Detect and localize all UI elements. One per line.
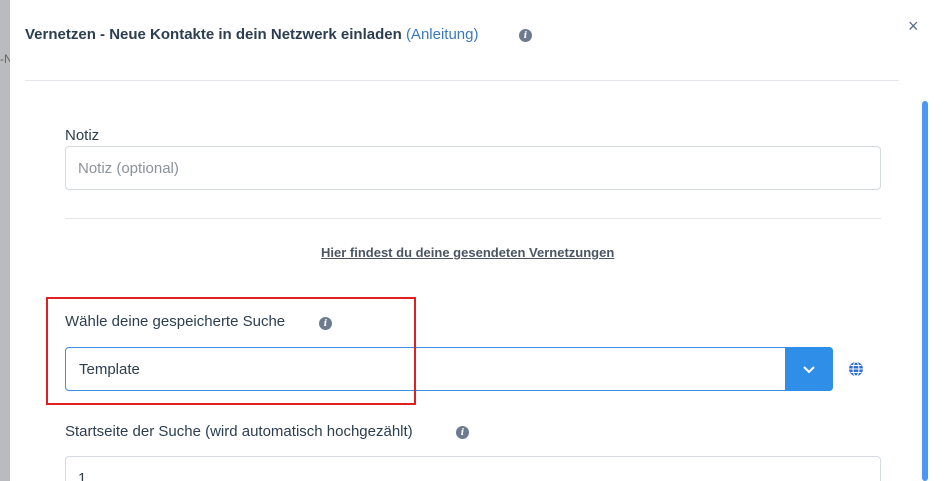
info-icon[interactable]: i xyxy=(519,29,532,42)
scrollbar-thumb[interactable] xyxy=(922,101,928,481)
guide-link[interactable]: (Anleitung) xyxy=(406,26,479,43)
sent-connections-link[interactable]: Hier findest du deine gesendeten Vernetz… xyxy=(321,245,614,260)
modal-title-text: Vernetzen - Neue Kontakte in dein Netzwe… xyxy=(25,26,402,43)
notiz-input[interactable] xyxy=(65,146,881,190)
chevron-down-icon[interactable] xyxy=(785,347,833,391)
section-divider xyxy=(65,218,881,219)
header-divider xyxy=(25,80,899,81)
globe-icon[interactable] xyxy=(848,361,864,377)
saved-search-label: Wähle deine gespeicherte Suche xyxy=(65,313,286,330)
info-icon[interactable]: i xyxy=(456,426,469,439)
modal-title: Vernetzen - Neue Kontakte in dein Netzwe… xyxy=(25,26,478,43)
start-page-label: Startseite der Suche (wird automatisch h… xyxy=(65,423,413,440)
close-icon[interactable]: × xyxy=(908,16,919,37)
start-page-input[interactable] xyxy=(65,456,881,481)
connect-modal: Vernetzen - Neue Kontakte in dein Netzwe… xyxy=(10,0,945,481)
notiz-label: Notiz xyxy=(65,127,100,144)
saved-search-select[interactable]: Template xyxy=(65,347,833,391)
info-icon[interactable]: i xyxy=(319,317,332,330)
saved-search-value: Template xyxy=(79,360,140,378)
